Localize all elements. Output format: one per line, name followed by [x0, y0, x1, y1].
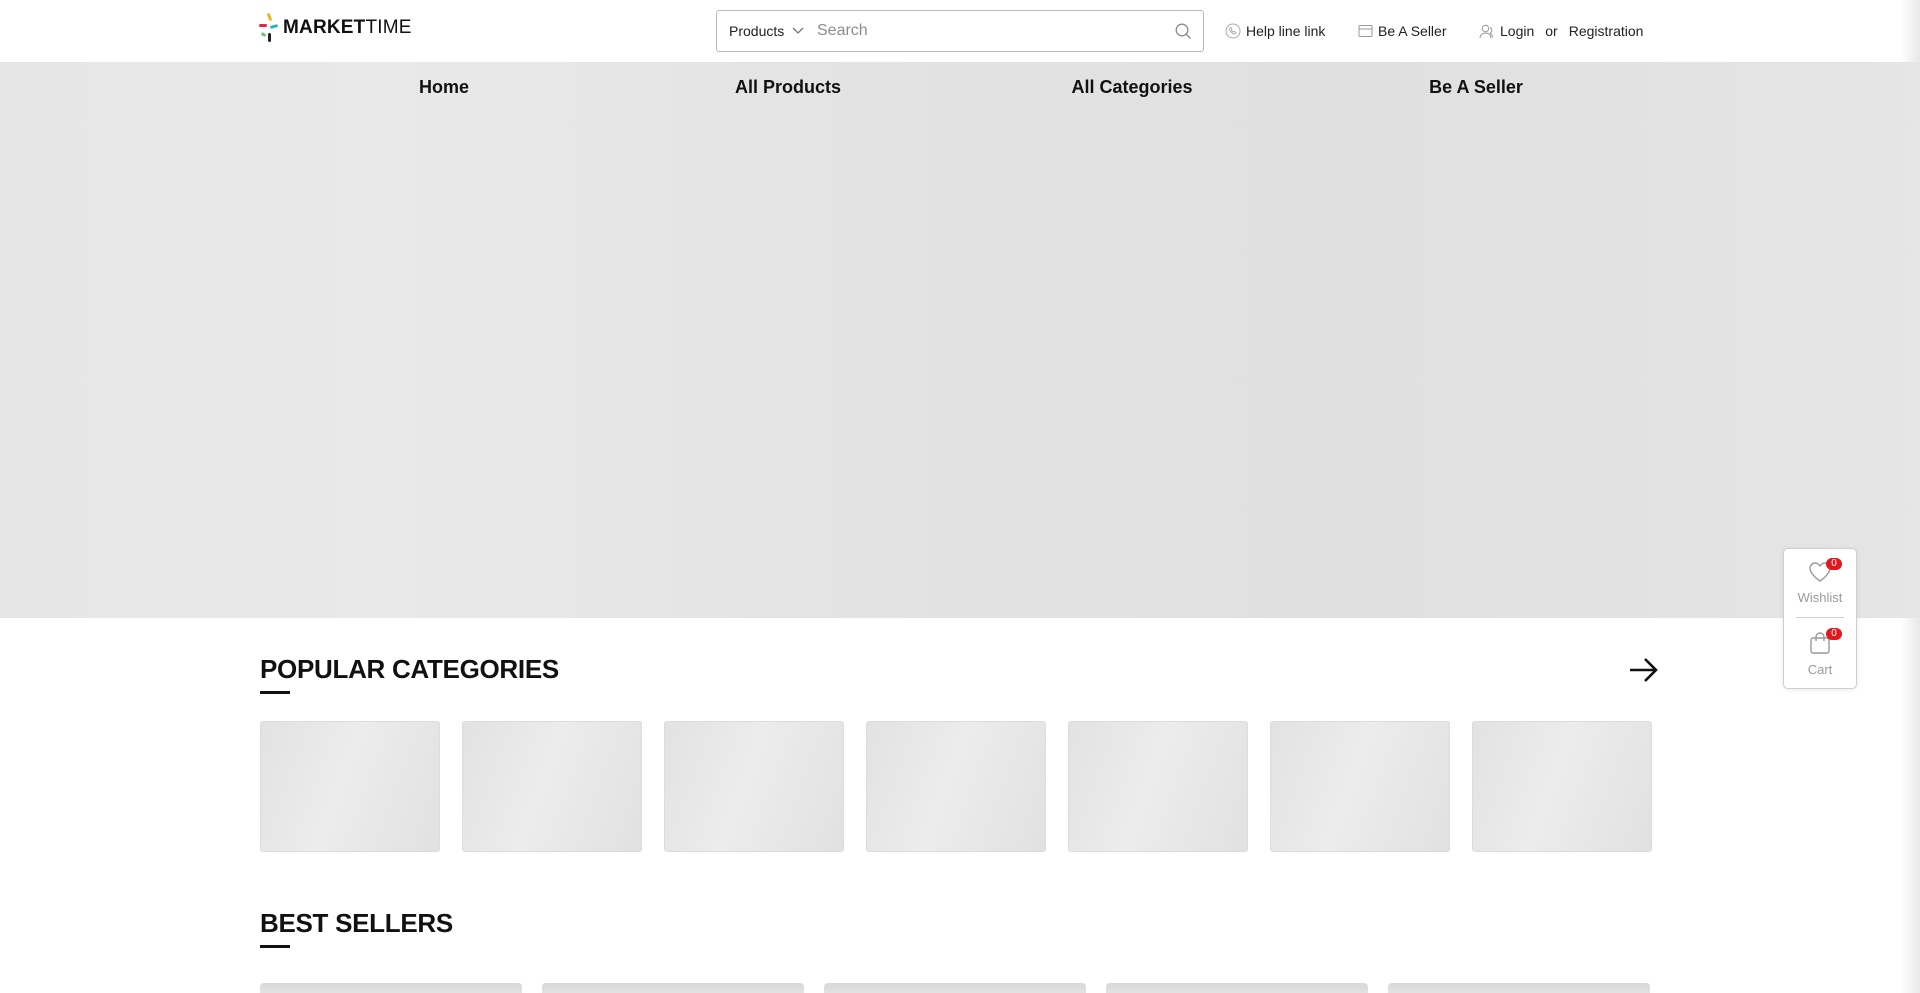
product-card[interactable] — [1106, 983, 1368, 993]
search-category-select[interactable]: Products — [717, 23, 817, 39]
login-link[interactable]: Login — [1479, 23, 1534, 39]
chevron-down-icon — [792, 27, 804, 34]
category-tile[interactable] — [1270, 721, 1450, 852]
product-card[interactable] — [824, 983, 1086, 993]
search-category-label: Products — [729, 23, 785, 39]
help-line-label: Help line link — [1246, 23, 1326, 39]
popular-categories-title: POPULAR CATEGORIES — [260, 654, 559, 684]
site-header: MARKETTIME Products Help line link Be A … — [0, 0, 1920, 62]
nav-home[interactable]: Home — [419, 77, 469, 98]
logo-mark-icon — [259, 12, 281, 43]
main-nav: Home All Products All Categories Be A Se… — [0, 62, 1920, 112]
wishlist-count-badge: 0 — [1826, 558, 1842, 570]
hero-banner-placeholder — [0, 62, 1920, 618]
be-a-seller-link[interactable]: Be A Seller — [1358, 22, 1447, 40]
cart-button[interactable]: 0 Cart — [1784, 628, 1856, 677]
wishlist-icon-wrap: 0 — [1808, 558, 1842, 585]
section-underline — [260, 691, 290, 694]
floating-shortcuts: 0 Wishlist 0 Cart — [1783, 548, 1857, 689]
or-separator: or — [1545, 23, 1558, 39]
arrow-right-icon — [1630, 658, 1658, 682]
wishlist-button[interactable]: 0 Wishlist — [1784, 558, 1856, 605]
category-tile[interactable] — [664, 721, 844, 852]
category-tile[interactable] — [260, 721, 440, 852]
registration-link[interactable]: Registration — [1569, 23, 1644, 39]
user-icon — [1479, 24, 1493, 38]
wishlist-label: Wishlist — [1797, 590, 1843, 605]
logo-text: MARKETTIME — [283, 17, 412, 38]
popular-categories-next-button[interactable] — [1628, 656, 1660, 684]
product-card[interactable] — [260, 983, 522, 993]
category-tile[interactable] — [462, 721, 642, 852]
search-icon — [1175, 23, 1191, 39]
cart-icon-wrap: 0 — [1808, 628, 1842, 655]
scrollbar-track[interactable] — [1900, 0, 1920, 993]
help-line-link[interactable]: Help line link — [1225, 22, 1325, 40]
search-bar: Products — [716, 10, 1204, 52]
product-card[interactable] — [1388, 983, 1650, 993]
search-input[interactable] — [817, 12, 1163, 50]
nav-be-a-seller[interactable]: Be A Seller — [1429, 77, 1523, 98]
cart-label: Cart — [1807, 662, 1833, 677]
logo[interactable]: MARKETTIME — [259, 12, 412, 43]
category-tile[interactable] — [1068, 721, 1248, 852]
section-underline — [260, 945, 290, 948]
be-a-seller-label: Be A Seller — [1378, 23, 1447, 39]
category-tile[interactable] — [1472, 721, 1652, 852]
registration-label: Registration — [1568, 23, 1644, 39]
product-card[interactable] — [542, 983, 804, 993]
nav-all-categories[interactable]: All Categories — [1071, 77, 1192, 98]
best-sellers-title: BEST SELLERS — [260, 908, 453, 938]
phone-icon — [1225, 23, 1241, 39]
store-icon — [1358, 25, 1373, 37]
nav-all-products[interactable]: All Products — [735, 77, 841, 98]
cart-count-badge: 0 — [1826, 628, 1842, 640]
account-links: Login or Registration — [1479, 22, 1643, 40]
login-label: Login — [1500, 23, 1535, 39]
divider — [1796, 617, 1844, 618]
category-tile[interactable] — [866, 721, 1046, 852]
search-button[interactable] — [1163, 11, 1203, 51]
